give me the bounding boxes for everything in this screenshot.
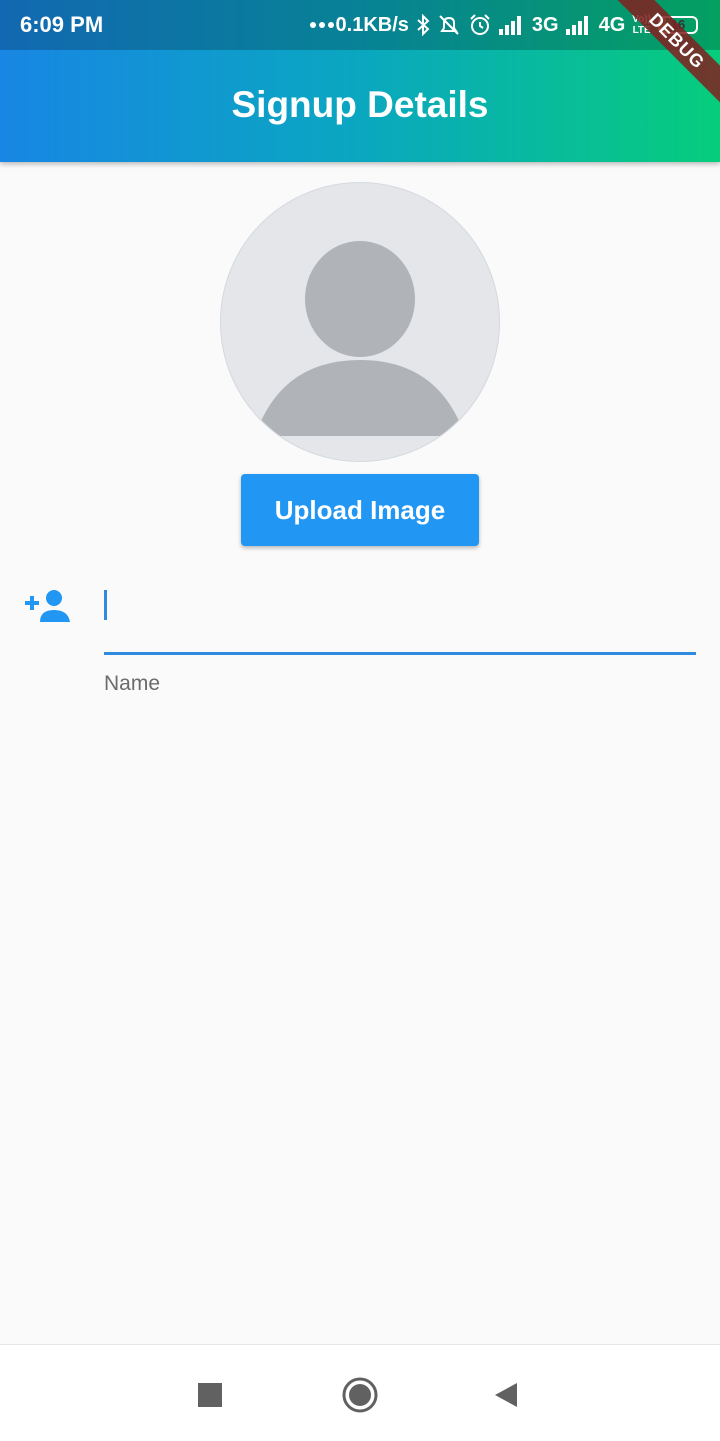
avatar-placeholder[interactable] bbox=[220, 182, 500, 462]
network-speed: 0.1KB/s bbox=[335, 13, 409, 36]
more-dots-icon bbox=[309, 21, 335, 29]
back-triangle-icon bbox=[495, 1383, 517, 1407]
bluetooth-icon bbox=[416, 14, 430, 36]
page-title: Signup Details bbox=[231, 84, 489, 125]
status-time: 6:09 PM bbox=[20, 12, 104, 37]
signal-bars-icon bbox=[565, 15, 592, 35]
text-cursor bbox=[104, 590, 107, 620]
back-button[interactable] bbox=[486, 1375, 526, 1415]
recents-square-icon bbox=[198, 1383, 222, 1407]
upload-image-button[interactable]: Upload Image bbox=[241, 474, 479, 546]
system-nav-bar bbox=[0, 1344, 720, 1441]
app-bar: 6:09 PM 0.1KB/s 3G 4G Vo bbox=[0, 0, 720, 162]
person-silhouette-icon bbox=[255, 241, 465, 436]
name-input[interactable] bbox=[104, 584, 696, 655]
name-label: Name bbox=[104, 672, 161, 695]
person-add-icon bbox=[24, 588, 72, 624]
network-3g: 3G bbox=[531, 13, 559, 36]
home-button[interactable] bbox=[340, 1375, 380, 1415]
recents-button[interactable] bbox=[190, 1375, 230, 1415]
alarm-clock-icon bbox=[468, 13, 492, 37]
signal-bars-icon bbox=[498, 15, 525, 35]
home-circle-icon bbox=[342, 1377, 378, 1413]
alarm-off-icon bbox=[437, 13, 461, 37]
status-bar: 6:09 PM 0.1KB/s 3G 4G Vo bbox=[0, 0, 720, 50]
network-4g: 4G bbox=[598, 13, 626, 36]
